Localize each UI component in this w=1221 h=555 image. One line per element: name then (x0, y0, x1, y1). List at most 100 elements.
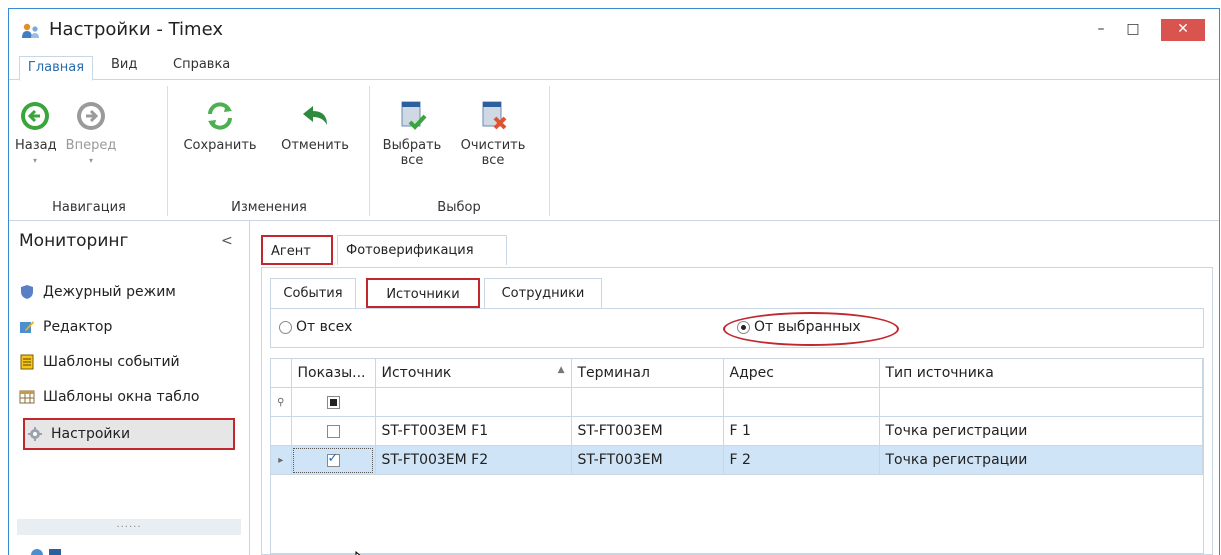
table-row[interactable]: ST-FT003EM F1 ST-FT003EM F 1 Точка регис… (271, 416, 1203, 446)
back-button[interactable]: Назад ▾ (15, 100, 57, 165)
radio-button[interactable] (279, 320, 292, 334)
row-indicator (271, 416, 292, 446)
row-indicator-header (271, 359, 292, 388)
cell-terminal: ST-FT003EM (571, 445, 724, 475)
tab-main[interactable]: Главная (19, 56, 93, 81)
sidebar-item-duty-mode[interactable]: Дежурный режим (17, 277, 237, 307)
settings-window: Настройки - Timex – □ ✕ Главная Вид Спра… (8, 8, 1220, 555)
clear-all-button[interactable]: Очистить все (455, 100, 531, 168)
save-button[interactable]: Сохранить (177, 100, 263, 153)
cancel-label: Отменить (281, 138, 349, 153)
column-header-address[interactable]: Адрес (723, 359, 880, 388)
group-separator (167, 86, 168, 216)
cell-type: Точка регистрации (879, 445, 1203, 475)
column-header-show[interactable]: Показы... (291, 359, 376, 388)
collapse-panel-icon[interactable]: < (221, 233, 233, 249)
radio-from-all[interactable]: От всех (279, 319, 352, 335)
radio-from-selected[interactable]: От выбранных (737, 319, 861, 335)
group-label-select: Выбор (437, 200, 481, 215)
cell-show[interactable] (291, 445, 376, 475)
grid-header-row: Показы... Источник ▲ Терминал Адрес Тип и… (271, 359, 1203, 388)
select-all-label-1: Выбрать (382, 138, 442, 153)
cancel-button[interactable]: Отменить (275, 100, 355, 153)
cell-address: F 1 (723, 416, 880, 446)
table-row-selected[interactable]: ▸ ST-FT003EM F2 ST-FT003EM F 2 Точка рег… (271, 445, 1203, 475)
more-items-icon (31, 549, 61, 555)
cell-source: ST-FT003EM F2 (375, 445, 572, 475)
close-button[interactable]: ✕ (1161, 19, 1205, 41)
group-separator (549, 86, 550, 216)
filter-cell-terminal[interactable] (571, 387, 724, 417)
filter-icon: ⚲ (271, 387, 292, 417)
cell-type: Точка регистрации (879, 416, 1203, 446)
cell-show[interactable] (291, 416, 376, 446)
select-all-button[interactable]: Выбрать все (377, 100, 447, 168)
sort-ascending-icon: ▲ (557, 365, 565, 375)
sidebar-item-board-templates[interactable]: Шаблоны окна табло (17, 382, 237, 412)
main-content: Агент Фотоверификация События Источники … (257, 221, 1219, 555)
document-check-icon (401, 101, 427, 130)
save-label: Сохранить (183, 138, 257, 153)
sidebar-item-settings[interactable]: Настройки (23, 418, 235, 450)
cell-terminal: ST-FT003EM (571, 416, 724, 446)
edit-icon (20, 321, 34, 333)
back-label: Назад (15, 138, 57, 153)
cell-address: F 2 (723, 445, 880, 475)
filter-cell-type[interactable] (879, 387, 1203, 417)
tab-agent[interactable]: Агент (261, 235, 333, 265)
sidebar-item-editor[interactable]: Редактор (17, 312, 237, 342)
document-delete-icon (482, 101, 507, 130)
shield-icon (21, 285, 33, 299)
app-users-icon (22, 23, 39, 38)
tab-photo-verification[interactable]: Фотоверификация (337, 235, 507, 265)
column-header-source[interactable]: Источник ▲ (375, 359, 572, 388)
maximize-button[interactable]: □ (1119, 19, 1147, 41)
panel-title: Мониторинг (19, 231, 129, 251)
tab-events[interactable]: События (270, 278, 356, 308)
clear-all-label-1: Очистить (460, 138, 526, 153)
refresh-icon (208, 102, 232, 130)
arrow-left-icon (21, 102, 49, 130)
row-indicator-arrow: ▸ (271, 445, 292, 475)
radio-button[interactable] (737, 320, 750, 334)
tab-employees[interactable]: Сотрудники (484, 278, 602, 308)
cell-source: ST-FT003EM F1 (375, 416, 572, 446)
undo-icon (303, 106, 327, 125)
tab-help[interactable]: Справка (173, 57, 230, 72)
filter-cell-source[interactable] (375, 387, 572, 417)
title-bar: Настройки - Timex – □ ✕ (9, 9, 1219, 49)
chevron-down-icon: ▾ (88, 156, 93, 165)
settings-icon (28, 427, 42, 441)
group-label-changes: Изменения (231, 200, 307, 215)
forward-button[interactable]: Вперед ▾ (61, 100, 121, 165)
source-filter-group: От всех От выбранных (270, 308, 1204, 348)
select-all-label-2: все (400, 153, 424, 168)
chevron-down-icon: ▾ (32, 156, 37, 165)
radio-label: От выбранных (754, 319, 861, 335)
agent-tab-content: События Источники Сотрудники От всех От … (261, 267, 1213, 555)
row-checkbox[interactable] (326, 451, 340, 467)
template-icon (20, 354, 34, 370)
ribbon: Назад ▾ Вперед ▾ Навигация Сохранить Отм… (9, 80, 1219, 221)
group-separator (369, 86, 370, 216)
filter-checkbox[interactable] (326, 395, 340, 409)
row-checkbox[interactable] (326, 424, 340, 438)
sidebar-item-event-templates[interactable]: Шаблоны событий (17, 347, 237, 377)
tab-view[interactable]: Вид (111, 57, 137, 72)
filter-cell-address[interactable] (723, 387, 880, 417)
mouse-cursor-icon (355, 551, 361, 555)
sidebar-item-label: Шаблоны окна табло (43, 389, 200, 405)
window-title: Настройки - Timex (49, 19, 223, 40)
panel-splitter[interactable]: ...... (17, 519, 241, 535)
tab-sources[interactable]: Источники (366, 278, 480, 308)
sidebar-item-label: Шаблоны событий (43, 354, 180, 370)
arrow-right-icon (77, 102, 105, 130)
column-header-source-type[interactable]: Тип источника (879, 359, 1203, 388)
column-header-terminal[interactable]: Терминал (571, 359, 724, 388)
group-label-navigation: Навигация (52, 200, 126, 215)
filter-cell-show[interactable] (291, 387, 376, 417)
sidebar-item-label: Редактор (43, 319, 113, 335)
minimize-button[interactable]: – (1087, 19, 1115, 41)
radio-label: От всех (296, 319, 353, 335)
ribbon-tabs: Главная Вид Справка (9, 51, 1219, 81)
